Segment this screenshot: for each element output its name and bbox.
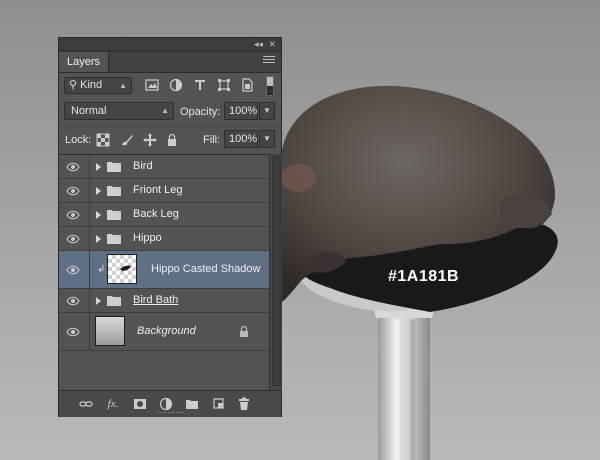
panel-tab-bar: Layers — [59, 52, 281, 73]
layer-row-bird[interactable]: Bird — [59, 155, 269, 179]
folder-icon — [107, 210, 121, 220]
close-icon[interactable]: ✕ — [268, 38, 276, 50]
layers-panel: ◂◂ ✕ Layers ⚲ Kind ▲ Normal ▲ Opacity: 1… — [58, 37, 282, 417]
layer-name: Friont Leg — [133, 184, 183, 196]
filter-kind-select[interactable]: ⚲ Kind ▲ — [64, 77, 132, 94]
expand-triangle-icon[interactable] — [96, 235, 101, 243]
layer-row-hippo-casted-shadow[interactable]: ↲ Hippo Casted Shadow — [59, 251, 269, 289]
updown-icon: ▲ — [161, 106, 169, 115]
fill-label: Fill: — [203, 134, 221, 146]
folder-icon — [107, 234, 121, 244]
scrollbar-thumb[interactable] — [272, 156, 281, 386]
layer-row-front-leg[interactable]: Friont Leg — [59, 179, 269, 203]
eye-icon[interactable] — [66, 162, 80, 172]
blend-mode-value: Normal — [71, 105, 107, 117]
opacity-label: Opacity: — [180, 106, 221, 118]
eye-icon[interactable] — [66, 327, 80, 337]
resize-grip[interactable] — [157, 412, 183, 415]
pixel-layer-filter-icon[interactable] — [145, 78, 159, 92]
layer-thumbnail[interactable] — [95, 316, 125, 346]
opacity-field[interactable]: 100% — [224, 102, 258, 120]
layer-row-back-leg[interactable]: Back Leg — [59, 203, 269, 227]
filter-toggle-switch[interactable] — [266, 76, 274, 96]
bird-bath-pillar — [372, 300, 436, 460]
lock-all-icon[interactable] — [165, 133, 179, 147]
expand-triangle-icon[interactable] — [96, 297, 101, 305]
adjustment-filter-icon[interactable] — [169, 78, 183, 92]
layer-name: Back Leg — [133, 208, 179, 220]
tab-layers[interactable]: Layers — [59, 52, 110, 72]
expand-triangle-icon[interactable] — [96, 187, 101, 195]
layer-list-scrollbar[interactable] — [269, 154, 282, 390]
adjustment-icon[interactable] — [159, 397, 173, 411]
fill-dropdown-button[interactable]: ▼ — [259, 130, 275, 148]
eye-icon[interactable] — [66, 234, 80, 244]
layer-thumbnail[interactable] — [107, 254, 137, 284]
eye-icon[interactable] — [66, 210, 80, 220]
collapse-icon[interactable]: ◂◂ — [254, 38, 263, 50]
shadow-thumbnail-icon — [120, 265, 131, 271]
updown-icon: ▲ — [119, 81, 127, 90]
lock-icon — [240, 326, 248, 337]
layer-list: Bird Friont Leg Back Leg Hippo ↲ Hippo C… — [59, 154, 269, 391]
layer-row-background[interactable]: Background — [59, 313, 269, 351]
eye-icon[interactable] — [66, 265, 80, 275]
expand-triangle-icon[interactable] — [96, 163, 101, 171]
blend-mode-select[interactable]: Normal ▲ — [64, 102, 174, 120]
blend-row: Normal ▲ Opacity: 100% ▼ — [59, 99, 281, 123]
expand-triangle-icon[interactable] — [96, 211, 101, 219]
layer-row-bird-bath[interactable]: Bird Bath — [59, 289, 269, 313]
lock-position-icon[interactable] — [143, 133, 157, 147]
new-layer-icon[interactable] — [211, 397, 225, 411]
folder-icon — [107, 296, 121, 306]
mask-icon[interactable] — [133, 397, 147, 411]
panel-menu-icon[interactable] — [263, 56, 275, 66]
lock-transparent-pixels-icon[interactable] — [96, 133, 110, 147]
link-icon[interactable] — [79, 397, 93, 411]
search-icon: ⚲ — [69, 79, 81, 91]
opacity-dropdown-button[interactable]: ▼ — [259, 102, 275, 120]
layer-name: Bird — [133, 160, 153, 172]
shape-filter-icon[interactable] — [217, 78, 231, 92]
lock-image-pixels-icon[interactable] — [120, 133, 134, 147]
eye-icon[interactable] — [66, 186, 80, 196]
type-filter-icon[interactable] — [193, 78, 207, 92]
panel-bottom-bar: fx. — [59, 390, 281, 417]
eye-icon[interactable] — [66, 296, 80, 306]
layer-name: Bird Bath — [133, 294, 179, 306]
layer-name: Hippo — [133, 232, 162, 244]
trash-icon[interactable] — [237, 397, 251, 411]
folder-icon — [107, 162, 121, 172]
layer-row-hippo[interactable]: Hippo — [59, 227, 269, 251]
filter-kind-value: Kind — [80, 79, 103, 91]
fx-icon[interactable]: fx. — [103, 397, 123, 411]
smart-object-filter-icon[interactable] — [240, 78, 254, 92]
folder-icon — [107, 186, 121, 196]
clipping-mask-icon: ↲ — [97, 264, 106, 275]
new-group-icon[interactable] — [185, 397, 199, 411]
lock-label: Lock: — [65, 134, 92, 146]
lock-row: Lock: Fill: 100% ▼ — [59, 126, 281, 153]
shadow-color-label: #1A181B — [388, 268, 460, 285]
layer-name: Hippo Casted Shadow — [151, 263, 261, 275]
filter-row: ⚲ Kind ▲ — [59, 73, 281, 99]
panel-title-bar[interactable]: ◂◂ ✕ — [59, 38, 281, 52]
layer-name: Background — [137, 325, 196, 337]
fill-field[interactable]: 100% — [224, 130, 258, 148]
